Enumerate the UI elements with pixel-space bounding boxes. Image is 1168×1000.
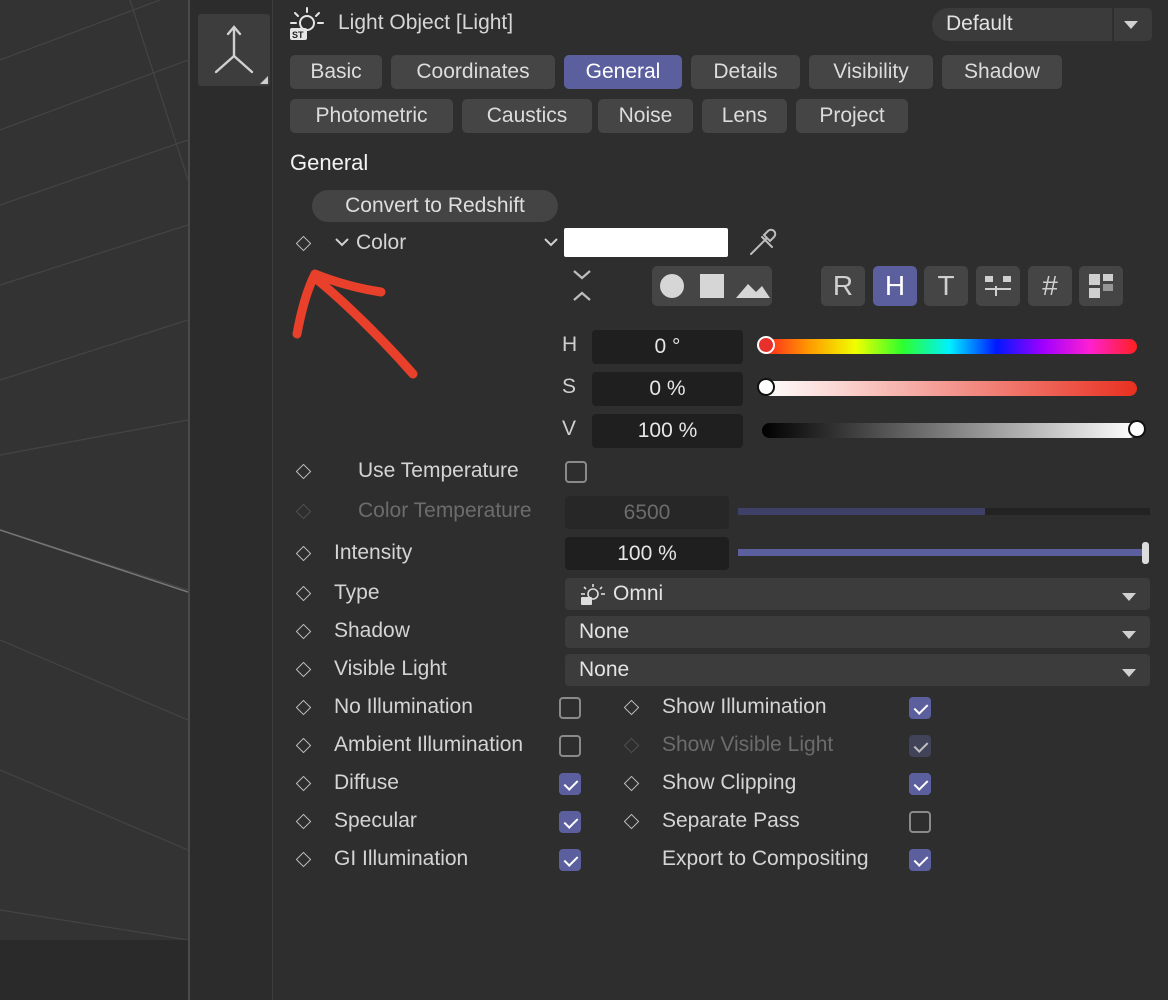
hsv-s-slider[interactable] [762, 381, 1137, 396]
show-illumination-label: Show Illumination [662, 695, 827, 718]
preset-dropdown[interactable]: Default [932, 8, 1152, 41]
show-visible-light-checkbox [909, 735, 931, 757]
diffuse-checkbox[interactable] [559, 773, 581, 795]
shadow-dropdown[interactable]: None [565, 616, 1150, 648]
tab-project[interactable]: Project [796, 99, 908, 133]
convert-to-redshift-button[interactable]: Convert to Redshift [312, 190, 558, 222]
chevron-down-icon [1122, 631, 1136, 639]
hsv-s-label: S [562, 375, 577, 398]
export-to-compositing-label: Export to Compositing [662, 847, 869, 870]
show-illumination-checkbox[interactable] [909, 697, 931, 719]
tab-photometric[interactable]: Photometric [290, 99, 453, 133]
tab-caustics[interactable]: Caustics [462, 99, 592, 133]
swatches-grid-icon [1089, 274, 1113, 298]
viewport-statusbar [0, 940, 188, 1000]
separate-pass-checkbox[interactable] [909, 811, 931, 833]
annotation-arrow [292, 269, 418, 379]
ambient-illumination-label: Ambient Illumination [334, 733, 524, 756]
intensity-slider-handle[interactable] [1142, 542, 1149, 564]
color-temperature-label: Color Temperature [358, 499, 532, 522]
separate-pass-label: Separate Pass [662, 809, 800, 832]
color-swatches-button[interactable] [1079, 266, 1123, 306]
axis-tool-icon [214, 25, 268, 84]
color-mode-h-button[interactable]: H [873, 266, 917, 306]
hsv-s-slider-knob[interactable] [757, 378, 775, 396]
tab-noise[interactable]: Noise [598, 99, 693, 133]
tab-general[interactable]: General [564, 55, 682, 89]
color-mixer-button[interactable] [976, 266, 1020, 306]
intensity-field[interactable]: 100 % [565, 537, 729, 570]
expand-collapse-icon[interactable] [570, 268, 594, 304]
tab-visibility[interactable]: Visibility [809, 55, 933, 89]
gi-illumination-checkbox[interactable] [559, 849, 581, 871]
hsv-v-label: V [562, 417, 577, 440]
shadow-label: Shadow [334, 619, 410, 642]
chevron-down-icon[interactable] [334, 236, 350, 248]
hsv-h-label: H [562, 333, 578, 356]
no-illumination-checkbox[interactable] [559, 697, 581, 719]
eyedropper-icon[interactable] [746, 227, 778, 259]
export-to-compositing-checkbox[interactable] [909, 849, 931, 871]
specular-label: Specular [334, 809, 417, 832]
show-visible-light-label: Show Visible Light [662, 733, 834, 756]
use-temperature-label: Use Temperature [358, 459, 519, 482]
visible-light-value: None [579, 658, 630, 681]
hsv-s-field[interactable]: 0 % [592, 372, 743, 406]
gi-illumination-label: GI Illumination [334, 847, 469, 870]
chevron-down-icon [1124, 21, 1138, 29]
color-picker-mode-group [652, 266, 772, 306]
object-title: Light Object [Light] [338, 11, 514, 34]
color-temperature-slider [738, 508, 1150, 515]
ambient-illumination-checkbox[interactable] [559, 735, 581, 757]
no-illumination-label: No Illumination [334, 695, 473, 718]
color-temperature-field: 6500 [565, 496, 729, 529]
intensity-slider[interactable] [738, 549, 1142, 556]
light-tool-button[interactable] [198, 14, 270, 86]
show-clipping-label: Show Clipping [662, 771, 797, 794]
light-bulb-icon: ST [290, 7, 324, 40]
type-value: Omni [613, 582, 664, 605]
section-title: General [290, 150, 369, 175]
hsv-v-slider-knob[interactable] [1128, 420, 1146, 438]
visible-light-dropdown[interactable]: None [565, 654, 1150, 686]
mixer-icon [985, 276, 1011, 296]
tab-basic[interactable]: Basic [290, 55, 382, 89]
hsv-h-slider-knob[interactable] [757, 336, 775, 354]
viewport-3d[interactable] [0, 0, 188, 1000]
chevron-down-icon [1122, 593, 1136, 601]
chevron-down-icon[interactable] [543, 236, 559, 248]
use-temperature-checkbox[interactable] [565, 461, 587, 483]
show-clipping-checkbox[interactable] [909, 773, 931, 795]
tool-column [190, 0, 273, 1000]
viewport-grid [0, 0, 188, 941]
tab-lens[interactable]: Lens [702, 99, 787, 133]
color-mode-hex-button[interactable]: # [1028, 266, 1072, 306]
tab-shadow[interactable]: Shadow [942, 55, 1062, 89]
color-label: Color [356, 231, 407, 254]
hsv-h-slider[interactable] [762, 339, 1137, 354]
visible-light-label: Visible Light [334, 657, 447, 680]
svg-text:ST: ST [292, 30, 304, 40]
type-label: Type [334, 581, 380, 604]
diffuse-label: Diffuse [334, 771, 399, 794]
color-swatch[interactable] [564, 228, 728, 257]
color-mode-r-button[interactable]: R [821, 266, 865, 306]
shadow-value: None [579, 620, 630, 643]
omni-light-icon [579, 583, 605, 613]
specular-checkbox[interactable] [559, 811, 581, 833]
hsv-v-slider[interactable] [762, 423, 1137, 438]
hsv-v-field[interactable]: 100 % [592, 414, 743, 448]
tab-details[interactable]: Details [691, 55, 800, 89]
type-dropdown[interactable]: Omni [565, 578, 1150, 610]
intensity-label: Intensity [334, 541, 413, 564]
chevron-down-icon [1122, 669, 1136, 677]
preset-value: Default [946, 12, 1013, 35]
color-mode-t-button[interactable]: T [924, 266, 968, 306]
tab-coordinates[interactable]: Coordinates [391, 55, 555, 89]
hsv-h-field[interactable]: 0 ° [592, 330, 743, 364]
color-picker-mode-icons[interactable] [652, 266, 772, 306]
